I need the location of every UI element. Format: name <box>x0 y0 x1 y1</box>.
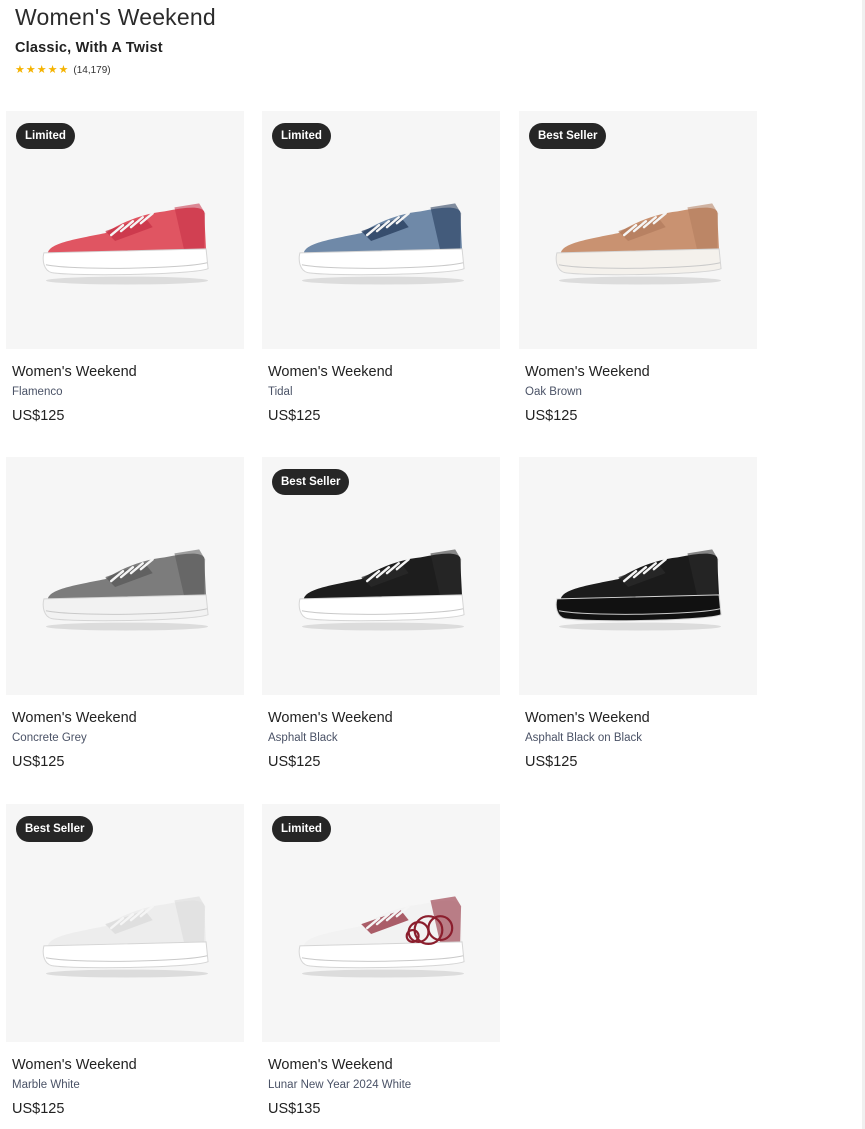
product-price: US$125 <box>12 754 65 770</box>
shoe-image <box>42 896 209 978</box>
page-header: Women's Weekend Classic, With A Twist ★ … <box>15 4 216 76</box>
product-color: Oak Brown <box>525 386 582 398</box>
product-image[interactable]: Limited <box>262 111 500 349</box>
star-icon: ★ <box>15 64 25 76</box>
shoe-image <box>42 203 209 285</box>
product-image[interactable] <box>519 457 757 695</box>
shoe-image <box>298 549 465 631</box>
star-icon: ★ <box>58 64 69 76</box>
shoe-image <box>42 549 209 631</box>
star-icon: ★ <box>36 64 47 76</box>
product-card[interactable]: Limited Women's Weekend Tidal US$125 <box>262 111 500 424</box>
product-price: US$125 <box>525 754 578 770</box>
product-color: Concrete Grey <box>12 732 87 744</box>
product-image[interactable] <box>6 457 244 695</box>
product-color: Flamenco <box>12 386 63 398</box>
product-name[interactable]: Women's Weekend <box>6 364 244 380</box>
product-badge: Best Seller <box>529 123 607 149</box>
product-card[interactable]: Best Seller Women's Weekend Oak Brown US… <box>519 111 757 424</box>
product-image[interactable]: Best Seller <box>262 457 500 695</box>
product-price: US$125 <box>525 408 578 424</box>
shoe-image <box>298 896 465 978</box>
product-name[interactable]: Women's Weekend <box>519 710 757 726</box>
rating-summary[interactable]: ★ ★ ★ ★ ★ (14,179) <box>15 65 216 77</box>
product-color: Marble White <box>12 1079 80 1091</box>
star-icon: ★ <box>47 64 58 76</box>
product-price: US$125 <box>12 1101 65 1117</box>
product-color: Asphalt Black on Black <box>525 732 642 744</box>
product-image[interactable]: Limited <box>6 111 244 349</box>
product-price: US$125 <box>268 754 321 770</box>
star-rating: ★ ★ ★ ★ ★ <box>15 65 68 76</box>
product-price: US$125 <box>12 408 65 424</box>
product-card[interactable]: Women's Weekend Asphalt Black on Black U… <box>519 457 757 770</box>
product-badge: Limited <box>272 816 331 842</box>
product-name[interactable]: Women's Weekend <box>262 1057 500 1073</box>
product-badge: Limited <box>272 123 331 149</box>
shoe-image <box>555 549 722 631</box>
page-subtitle: Classic, With A Twist <box>15 40 163 56</box>
product-name[interactable]: Women's Weekend <box>6 710 244 726</box>
product-image[interactable]: Best Seller <box>6 804 244 1042</box>
product-badge: Best Seller <box>272 469 350 495</box>
rating-count: (14,179) <box>73 65 111 76</box>
shoe-image <box>298 203 465 285</box>
product-name[interactable]: Women's Weekend <box>262 364 500 380</box>
page-title: Women's Weekend <box>15 4 216 30</box>
product-card[interactable]: Limited Women's Weekend Flamenco US$125 <box>6 111 244 424</box>
product-name[interactable]: Women's Weekend <box>519 364 757 380</box>
product-badge: Limited <box>16 123 75 149</box>
product-card[interactable]: Best Seller Women's Weekend Marble White… <box>6 804 244 1117</box>
product-color: Tidal <box>268 386 293 398</box>
product-name[interactable]: Women's Weekend <box>6 1057 244 1073</box>
product-badge: Best Seller <box>16 816 94 842</box>
product-price: US$125 <box>268 408 321 424</box>
product-color: Lunar New Year 2024 White <box>268 1079 412 1091</box>
product-image[interactable]: Best Seller <box>519 111 757 349</box>
product-color: Asphalt Black <box>268 732 338 744</box>
product-image[interactable]: Limited <box>262 804 500 1042</box>
product-card[interactable]: Women's Weekend Concrete Grey US$125 <box>6 457 244 770</box>
product-card[interactable]: Best Seller Women's Weekend Asphalt Blac… <box>262 457 500 770</box>
shoe-image <box>555 203 722 285</box>
product-price: US$135 <box>268 1101 321 1117</box>
product-card[interactable]: Limited Women's Weekend Lunar New Year 2… <box>262 804 500 1117</box>
product-name[interactable]: Women's Weekend <box>262 710 500 726</box>
star-icon: ★ <box>25 64 36 76</box>
